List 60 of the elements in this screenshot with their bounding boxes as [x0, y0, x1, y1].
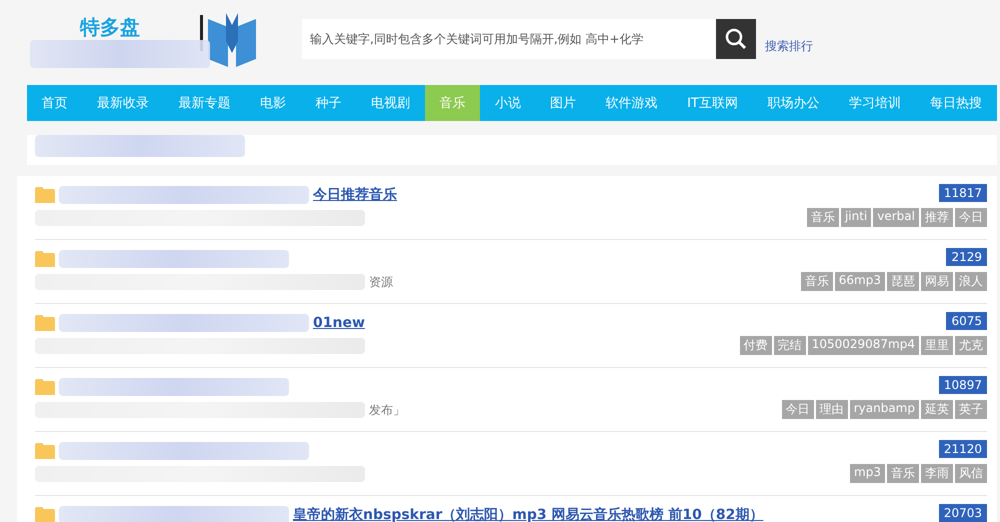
nav-tab[interactable]: 音乐 — [424, 85, 480, 121]
tag-link[interactable]: 66mp3 — [834, 272, 885, 291]
nav-tab[interactable]: 种子 — [300, 85, 356, 121]
nav-tab[interactable]: 学习培训 — [834, 85, 916, 121]
tag-link[interactable]: mp3 — [850, 464, 885, 483]
folder-icon — [35, 251, 55, 267]
tag-link[interactable]: 浪人 — [955, 272, 987, 291]
site-logo-text[interactable]: 特多盘 — [80, 14, 140, 41]
tag-link[interactable]: 推荐 — [921, 208, 953, 227]
result-description: 资源 — [369, 274, 393, 290]
count-badge: 21120 — [938, 440, 987, 458]
nav-tab[interactable]: 电视剧 — [356, 85, 425, 121]
tag-link[interactable]: 尤克 — [955, 336, 987, 355]
tag-link[interactable]: 琵琶 — [887, 272, 919, 291]
search-field[interactable]: 输入关键字,同时包含多个关键词可用加号隔开,例如 高中+化学 — [302, 18, 716, 58]
tag-link[interactable]: 李雨 — [921, 464, 953, 483]
tag-link[interactable]: verbal — [873, 208, 919, 227]
search-icon — [724, 26, 748, 50]
result-title-link[interactable]: 01new — [313, 315, 365, 331]
tag-link[interactable]: 音乐 — [800, 272, 833, 291]
nav-tab[interactable]: 最新收录 — [82, 85, 164, 121]
count-badge: 20703 — [938, 504, 987, 522]
tag-link[interactable]: 今日 — [955, 208, 987, 227]
nav-tab[interactable]: 小说 — [480, 85, 536, 121]
search-ranking-link[interactable]: 搜索排行 — [765, 38, 813, 55]
result-description: 发布」 — [369, 402, 405, 418]
tag-link[interactable]: 英子 — [955, 400, 987, 419]
result-title-link[interactable]: 今日推荐音乐 — [313, 186, 397, 204]
tag-link[interactable]: 音乐 — [806, 208, 839, 227]
tag-link[interactable]: 里里 — [921, 336, 953, 355]
tag-link[interactable]: 音乐 — [887, 464, 919, 483]
count-badge: 10897 — [938, 376, 987, 394]
folder-icon — [35, 379, 55, 395]
folder-icon — [35, 507, 55, 522]
nav-tab[interactable]: 每日热搜 — [915, 85, 997, 121]
tag-link[interactable]: jinti — [840, 208, 872, 227]
tag-link[interactable]: 今日 — [782, 400, 814, 419]
nav-tab[interactable]: 最新专题 — [164, 85, 246, 121]
tag-link[interactable]: ryanbamp — [850, 400, 919, 419]
folder-icon — [35, 187, 55, 203]
count-badge: 2129 — [946, 248, 987, 266]
folder-icon — [35, 315, 55, 331]
result-title-link[interactable]: 皇帝的新衣nbspskrar（刘志阳）mp3 网易云音乐热歌榜 前10（82期） — [293, 506, 764, 522]
tag-link[interactable]: 1050029087mp4 — [808, 336, 919, 355]
nav-tab[interactable]: 职场办公 — [752, 85, 834, 121]
tag-link[interactable]: 网易 — [921, 272, 953, 291]
nav-tab[interactable]: IT互联网 — [672, 85, 753, 121]
tag-link[interactable]: 完结 — [774, 336, 806, 355]
search-button[interactable] — [716, 18, 756, 58]
nav-tab[interactable]: 电影 — [245, 85, 301, 121]
folder-icon — [35, 443, 55, 459]
nav-tab[interactable]: 图片 — [536, 85, 591, 121]
count-badge: 11817 — [938, 184, 987, 202]
nav-tab[interactable]: 软件游戏 — [590, 85, 672, 121]
count-badge: 6075 — [946, 312, 987, 330]
nav-tab[interactable]: 首页 — [27, 85, 82, 121]
tag-link[interactable]: 付费 — [740, 336, 772, 355]
tag-link[interactable]: 风信 — [955, 464, 987, 483]
tag-link[interactable]: 理由 — [816, 400, 848, 419]
tag-link[interactable]: 延英 — [921, 400, 953, 419]
